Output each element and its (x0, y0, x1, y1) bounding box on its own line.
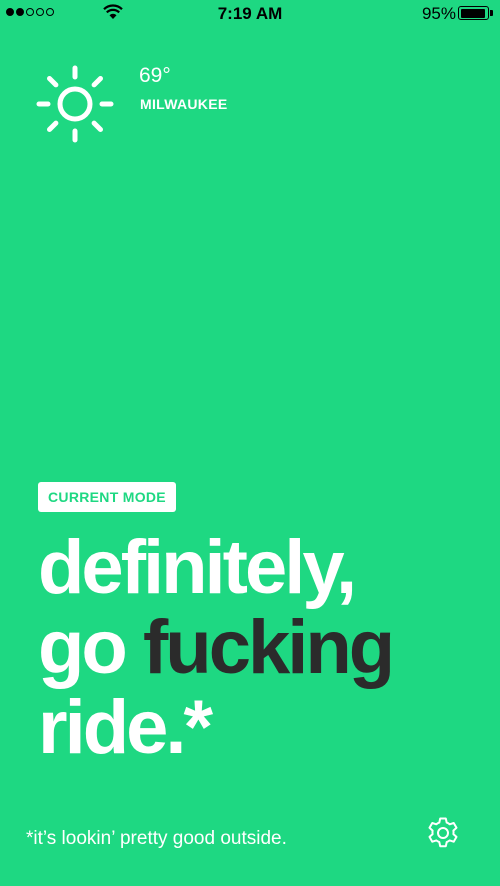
battery-icon (458, 6, 494, 20)
headline-line-3: ride.* (38, 685, 213, 770)
headline-line-1: definitely, (38, 525, 357, 610)
gear-icon[interactable] (425, 815, 461, 851)
sun-icon (36, 65, 114, 143)
mode-headline: definitely, go fucking ride.* (38, 525, 395, 770)
battery-percent: 95% (421, 4, 456, 23)
temperature: 69° (139, 64, 171, 87)
headline-go-text: go (38, 605, 143, 690)
current-mode-badge: CURRENT MODE (38, 482, 176, 512)
city-name: MILWAUKEE (140, 96, 228, 112)
footnote: *it’s lookin’ pretty good outside. (26, 828, 287, 849)
status-bar: 7:19 AM 95% (0, 0, 500, 26)
headline-emphasis-text: fucking (142, 605, 395, 690)
headline-line-2: go fucking (38, 605, 395, 690)
battery-level-fill (460, 8, 486, 18)
